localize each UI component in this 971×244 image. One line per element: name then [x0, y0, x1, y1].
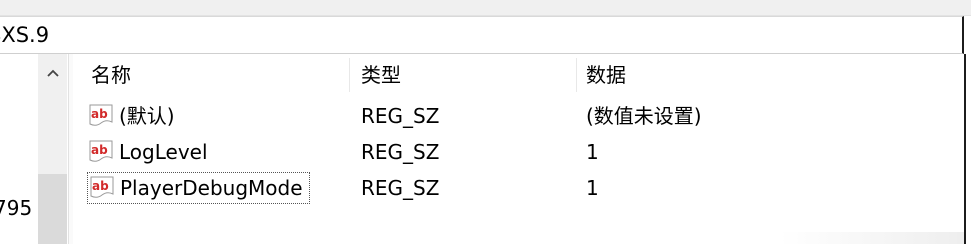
right-gutter	[966, 54, 971, 244]
value-name: LogLevel	[119, 140, 208, 164]
list-row-default[interactable]: ab (默认) REG_SZ (数值未设置)	[73, 98, 971, 134]
corner-shadow	[780, 232, 964, 244]
value-name: (默认)	[119, 104, 175, 128]
values-list[interactable]: 名称 类型 数据 ab (默认) REG_SZ (数值未设置) ab LogLe…	[73, 54, 971, 244]
tree-scrollbar[interactable]	[38, 54, 67, 244]
value-type: REG_SZ	[361, 140, 440, 164]
column-header-name[interactable]: 名称	[91, 62, 131, 88]
value-type: REG_SZ	[361, 104, 440, 128]
column-header-type[interactable]: 类型	[361, 62, 401, 88]
value-name: PlayerDebugMode	[120, 176, 303, 200]
value-data: 1	[586, 140, 599, 164]
tree-scrollbar-thumb[interactable]	[38, 174, 67, 244]
list-row-playerdebugmode[interactable]: ab PlayerDebugMode REG_SZ 1	[73, 170, 971, 206]
key-tree-pane[interactable]: 795	[0, 54, 68, 244]
value-name-cell[interactable]: ab LogLevel	[87, 136, 214, 168]
column-divider[interactable]	[349, 58, 350, 92]
value-data: (数值未设置)	[586, 104, 702, 128]
string-value-icon: ab	[90, 176, 114, 198]
svg-text:ab: ab	[92, 179, 109, 193]
address-bar[interactable]: SXS.9	[0, 16, 964, 54]
column-divider[interactable]	[576, 58, 577, 92]
string-value-icon: ab	[89, 104, 113, 126]
scroll-up-button[interactable]	[38, 62, 67, 84]
list-row-loglevel[interactable]: ab LogLevel REG_SZ 1	[73, 134, 971, 170]
value-name-cell[interactable]: ab (默认)	[87, 100, 181, 132]
string-value-icon: ab	[89, 140, 113, 162]
svg-text:ab: ab	[91, 107, 108, 121]
chevron-up-icon	[46, 69, 59, 77]
svg-text:ab: ab	[91, 143, 108, 157]
registry-editor-window: SXS.9 795 名称 类型 数据 ab	[0, 0, 971, 244]
column-header-data[interactable]: 数据	[586, 62, 626, 88]
list-header: 名称 类型 数据	[73, 54, 971, 94]
value-name-cell-focused[interactable]: ab PlayerDebugMode	[87, 172, 310, 204]
address-right-gutter	[966, 16, 971, 54]
tree-item-label[interactable]: 795	[0, 195, 32, 221]
address-path[interactable]: SXS.9	[0, 21, 49, 49]
window-top-strip	[0, 0, 971, 16]
value-data: 1	[586, 176, 599, 200]
value-type: REG_SZ	[361, 176, 440, 200]
